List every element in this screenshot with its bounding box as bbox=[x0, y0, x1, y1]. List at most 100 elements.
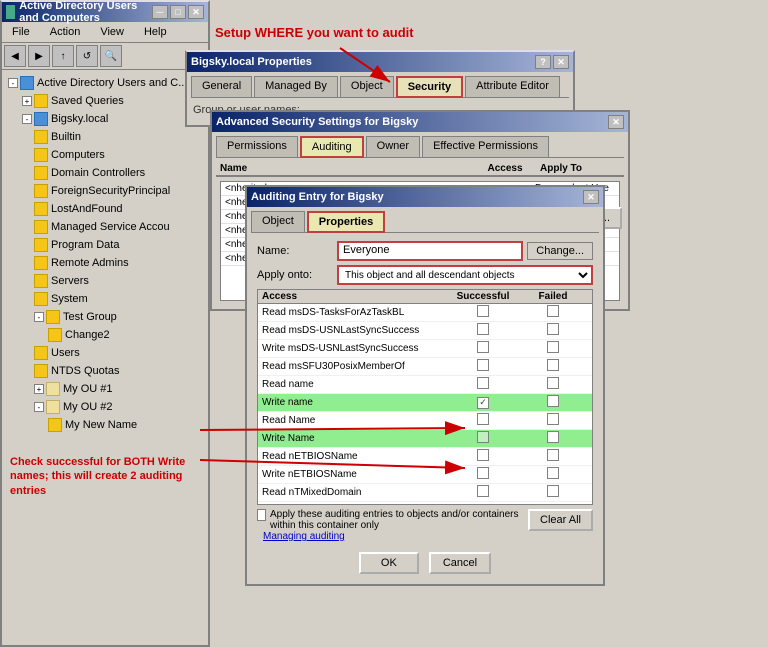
tab-security[interactable]: Security bbox=[396, 76, 463, 98]
access-succ-1[interactable] bbox=[448, 323, 518, 338]
access-succ-7[interactable] bbox=[448, 431, 518, 446]
apply-checkbox[interactable] bbox=[257, 509, 266, 521]
checkbox-fail-7[interactable] bbox=[547, 431, 559, 443]
access-succ-8[interactable] bbox=[448, 449, 518, 464]
access-fail-9[interactable] bbox=[518, 467, 588, 482]
adv-tab-owner[interactable]: Owner bbox=[366, 136, 420, 157]
checkbox-fail-9[interactable] bbox=[547, 467, 559, 479]
checkbox-succ-2[interactable] bbox=[477, 341, 489, 353]
access-succ-4[interactable] bbox=[448, 377, 518, 392]
access-fail-7[interactable] bbox=[518, 431, 588, 446]
access-succ-9[interactable] bbox=[448, 467, 518, 482]
access-fail-2[interactable] bbox=[518, 341, 588, 356]
toggle-bigsky[interactable]: - bbox=[22, 114, 32, 124]
tab-object[interactable]: Object bbox=[340, 76, 394, 97]
access-fail-10[interactable] bbox=[518, 485, 588, 500]
up-button[interactable]: ↑ bbox=[52, 45, 74, 67]
tree-item-computers[interactable]: Computers bbox=[6, 146, 204, 164]
access-fail-8[interactable] bbox=[518, 449, 588, 464]
checkbox-succ-8[interactable] bbox=[477, 449, 489, 461]
find-button[interactable]: 🔍 bbox=[100, 45, 122, 67]
checkbox-succ-1[interactable] bbox=[477, 323, 489, 335]
tree-item-ou1[interactable]: + My OU #1 bbox=[6, 380, 204, 398]
tree-item-domain-controllers[interactable]: Domain Controllers bbox=[6, 164, 204, 182]
tree-item-root[interactable]: - Active Directory Users and C... bbox=[6, 74, 204, 92]
toggle-ou1[interactable]: + bbox=[34, 384, 44, 394]
checkbox-succ-9[interactable] bbox=[477, 467, 489, 479]
adv-tab-permissions[interactable]: Permissions bbox=[216, 136, 298, 157]
managing-auditing-link[interactable]: Managing auditing bbox=[263, 531, 516, 542]
checkbox-succ-3[interactable] bbox=[477, 359, 489, 371]
name-value[interactable]: Everyone bbox=[337, 241, 523, 261]
access-succ-0[interactable] bbox=[448, 305, 518, 320]
access-fail-6[interactable] bbox=[518, 413, 588, 428]
access-row-4[interactable]: Read name bbox=[258, 376, 592, 394]
toggle-ou2[interactable]: - bbox=[34, 402, 44, 412]
audit-tab-properties[interactable]: Properties bbox=[307, 211, 385, 233]
menu-file[interactable]: File bbox=[6, 24, 36, 40]
tree-item-mynewname[interactable]: My New Name bbox=[6, 416, 204, 434]
checkbox-succ-7[interactable] bbox=[477, 431, 489, 443]
access-succ-10[interactable] bbox=[448, 485, 518, 500]
access-fail-0[interactable] bbox=[518, 305, 588, 320]
access-row-6[interactable]: Read Name bbox=[258, 412, 592, 430]
access-row-write-Name[interactable]: Write Name bbox=[258, 430, 592, 448]
access-row-write-name[interactable]: Write name ✓ bbox=[258, 394, 592, 412]
checkbox-fail-10[interactable] bbox=[547, 485, 559, 497]
access-succ-5[interactable]: ✓ bbox=[448, 397, 518, 409]
tree-item-programdata[interactable]: Program Data bbox=[6, 236, 204, 254]
access-row-10[interactable]: Read nTMixedDomain bbox=[258, 484, 592, 502]
access-succ-2[interactable] bbox=[448, 341, 518, 356]
tree-item-change2[interactable]: Change2 bbox=[6, 326, 204, 344]
cancel-button[interactable]: Cancel bbox=[429, 552, 491, 574]
checkbox-succ-6[interactable] bbox=[477, 413, 489, 425]
access-row-2[interactable]: Write msDS-USNLastSyncSuccess bbox=[258, 340, 592, 358]
tree-item-managed[interactable]: Managed Service Accou bbox=[6, 218, 204, 236]
minimize-button[interactable]: ─ bbox=[152, 5, 168, 19]
audit-tab-object[interactable]: Object bbox=[251, 211, 305, 232]
checkbox-fail-3[interactable] bbox=[547, 359, 559, 371]
checkbox-fail-6[interactable] bbox=[547, 413, 559, 425]
toggle-root[interactable]: - bbox=[8, 78, 18, 88]
checkbox-fail-1[interactable] bbox=[547, 323, 559, 335]
properties-help-button[interactable]: ? bbox=[535, 55, 551, 69]
toggle-testgroup[interactable]: - bbox=[34, 312, 44, 322]
tree-item-testgroup[interactable]: - Test Group bbox=[6, 308, 204, 326]
tab-managedby[interactable]: Managed By bbox=[254, 76, 338, 97]
tab-general[interactable]: General bbox=[191, 76, 252, 97]
tab-attribute-editor[interactable]: Attribute Editor bbox=[465, 76, 560, 97]
access-row-1[interactable]: Read msDS-USNLastSyncSuccess bbox=[258, 322, 592, 340]
access-fail-3[interactable] bbox=[518, 359, 588, 374]
ok-button[interactable]: OK bbox=[359, 552, 419, 574]
access-succ-6[interactable] bbox=[448, 413, 518, 428]
menu-view[interactable]: View bbox=[94, 24, 130, 40]
checkbox-fail-4[interactable] bbox=[547, 377, 559, 389]
tree-item-remoteadmins[interactable]: Remote Admins bbox=[6, 254, 204, 272]
clear-all-button[interactable]: Clear All bbox=[528, 509, 593, 531]
back-button[interactable]: ◀ bbox=[4, 45, 26, 67]
checkbox-fail-0[interactable] bbox=[547, 305, 559, 317]
tree-item-system[interactable]: System bbox=[6, 290, 204, 308]
tree-item-lostandfound[interactable]: LostAndFound bbox=[6, 200, 204, 218]
access-row-9[interactable]: Write nETBIOSName bbox=[258, 466, 592, 484]
checkbox-fail-5[interactable] bbox=[547, 395, 559, 407]
access-row-8[interactable]: Read nETBIOSName bbox=[258, 448, 592, 466]
forward-button[interactable]: ▶ bbox=[28, 45, 50, 67]
audit-close-button[interactable]: ✕ bbox=[583, 190, 599, 204]
checkbox-succ-0[interactable] bbox=[477, 305, 489, 317]
menu-action[interactable]: Action bbox=[44, 24, 87, 40]
tree-item-ou2[interactable]: - My OU #2 bbox=[6, 398, 204, 416]
tree-item-bigsky[interactable]: - Bigsky.local bbox=[6, 110, 204, 128]
checkbox-succ-4[interactable] bbox=[477, 377, 489, 389]
tree-item-ntds[interactable]: NTDS Quotas bbox=[6, 362, 204, 380]
checkbox-fail-2[interactable] bbox=[547, 341, 559, 353]
access-fail-5[interactable] bbox=[518, 395, 588, 410]
access-fail-1[interactable] bbox=[518, 323, 588, 338]
properties-close-button[interactable]: ✕ bbox=[553, 55, 569, 69]
tree-item-users[interactable]: Users bbox=[6, 344, 204, 362]
access-row-3[interactable]: Read msSFU30PosixMemberOf bbox=[258, 358, 592, 376]
adv-tab-effective[interactable]: Effective Permissions bbox=[422, 136, 549, 157]
tree-item-saved-queries[interactable]: + Saved Queries bbox=[6, 92, 204, 110]
maximize-button[interactable]: □ bbox=[170, 5, 186, 19]
adv-close-button[interactable]: ✕ bbox=[608, 115, 624, 129]
